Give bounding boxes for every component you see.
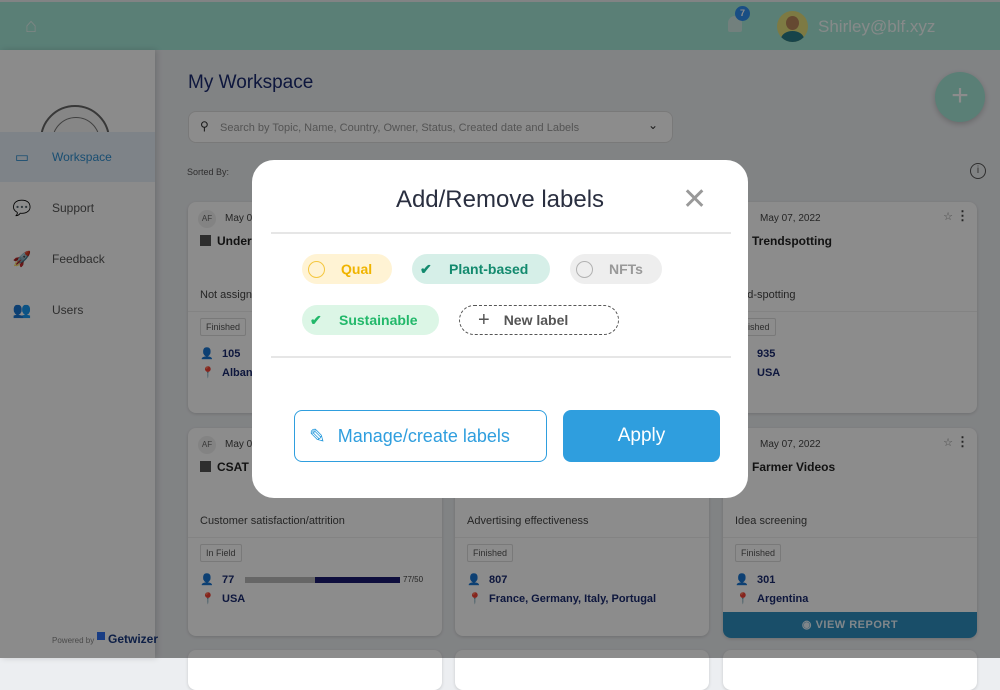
close-icon[interactable]: ✕ [682,185,707,215]
plus-icon: + [478,308,490,331]
label-chip-plant-based[interactable]: ✔ Plant-based [412,254,550,284]
check-icon: ✔ [420,260,432,277]
new-label-button[interactable]: + New label [459,305,619,335]
check-icon: ✔ [310,311,322,328]
divider [271,232,731,234]
label-chip-qual[interactable]: Qual [302,254,392,284]
manage-labels-button[interactable]: ✎ Manage/create labels [294,410,547,462]
labels-dialog: Add/Remove labels ✕ Qual ✔ Plant-based NF… [252,160,748,498]
unchecked-circle-icon [308,260,325,278]
unchecked-circle-icon [576,260,593,278]
apply-button[interactable]: Apply [563,410,720,462]
pencil-icon: ✎ [309,425,326,448]
label-chip-nfts[interactable]: NFTs [570,254,662,284]
label-chip-sustainable[interactable]: ✔ Sustainable [302,305,439,335]
dialog-title: Add/Remove labels [395,186,605,213]
divider [271,356,731,358]
